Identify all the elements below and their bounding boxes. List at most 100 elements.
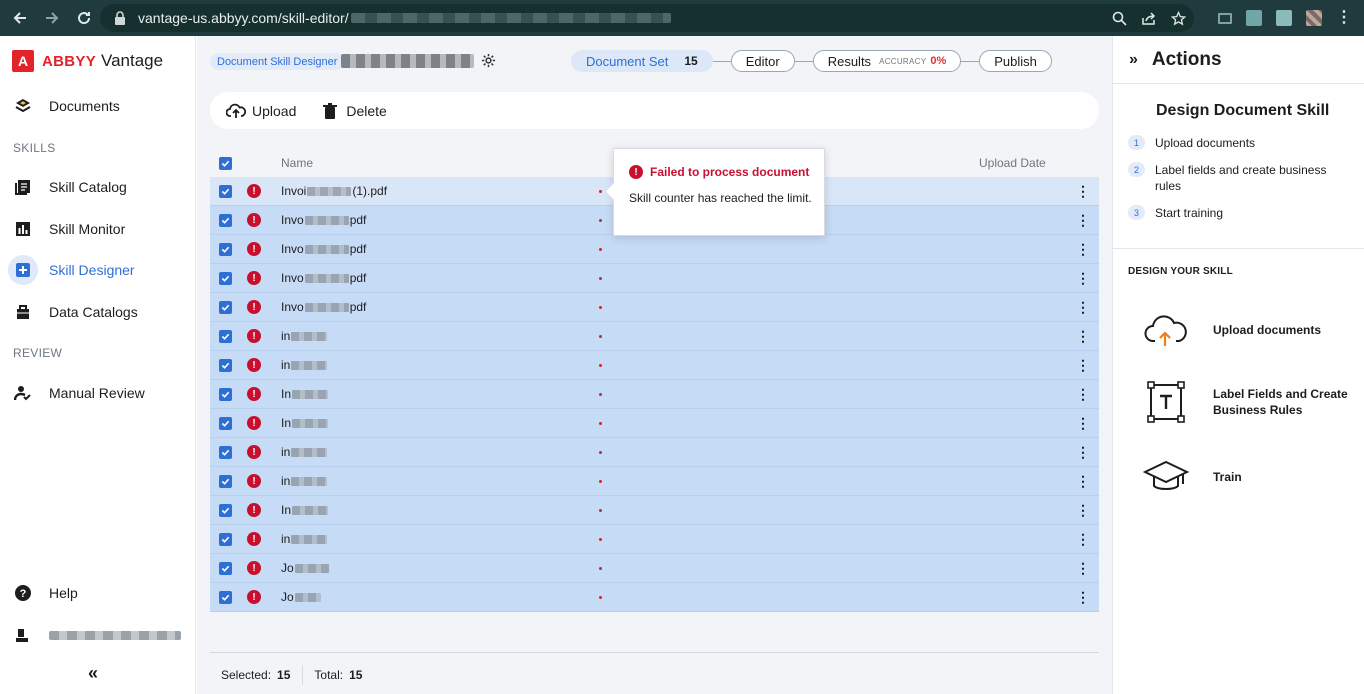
table-row[interactable]: ! in ⋮ [210,438,1099,467]
row-checkbox[interactable] [219,214,232,227]
error-icon[interactable]: ! [247,503,261,517]
reload-icon[interactable] [68,0,100,36]
file-name[interactable]: In [281,503,329,517]
table-row[interactable]: ! in ⋮ [210,467,1099,496]
more-options-icon[interactable]: ⋮ [1076,386,1090,402]
table-row[interactable]: ! Invo pdf ⋮ [210,235,1099,264]
brand-logo[interactable]: A ABBYY Vantage [12,50,163,72]
file-name[interactable]: in [281,358,328,372]
error-icon[interactable]: ! [247,416,261,430]
sidebar-item-documents[interactable]: Documents [12,95,120,117]
table-row[interactable]: ! Jo ⋮ [210,583,1099,612]
step-results[interactable]: Results ACCURACY 0% [812,50,962,72]
more-options-icon[interactable]: ⋮ [1076,357,1090,373]
more-options-icon[interactable]: ⋮ [1076,299,1090,315]
more-options-icon[interactable]: ⋮ [1076,444,1090,460]
table-row[interactable]: ! in ⋮ [210,525,1099,554]
row-checkbox[interactable] [219,446,232,459]
error-icon[interactable]: ! [247,590,261,604]
more-options-icon[interactable]: ⋮ [1076,212,1090,228]
step-document-set[interactable]: Document Set 15 [571,50,713,72]
table-row[interactable]: ! Invo pdf ⋮ [210,264,1099,293]
train-card[interactable]: Train [1141,455,1353,499]
file-name[interactable]: in [281,329,328,343]
file-name[interactable]: in [281,532,328,546]
file-name[interactable]: in [281,474,328,488]
collapse-sidebar-button[interactable]: « [88,663,98,684]
column-header-name[interactable]: Name [281,156,313,170]
menu-kebab-icon[interactable]: ⋮ [1336,10,1352,26]
error-icon[interactable]: ! [247,184,261,198]
profile-avatar-icon[interactable] [1306,10,1322,26]
sidebar-item-data-catalogs[interactable]: Data Catalogs [12,301,138,323]
address-bar[interactable]: vantage-us.abbyy.com/skill-editor/ [100,4,1194,32]
error-icon[interactable]: ! [247,242,261,256]
error-icon[interactable]: ! [247,271,261,285]
file-name[interactable]: Jo [281,590,322,604]
table-row[interactable]: ! in ⋮ [210,351,1099,380]
star-icon[interactable] [1171,10,1186,26]
file-name[interactable]: Invo pdf [281,300,366,314]
error-icon[interactable]: ! [247,300,261,314]
error-icon[interactable]: ! [247,387,261,401]
row-checkbox[interactable] [219,388,232,401]
error-icon[interactable]: ! [247,358,261,372]
label-fields-card[interactable]: Label Fields and Create Business Rules [1141,380,1353,424]
file-name[interactable]: In [281,416,329,430]
gear-icon[interactable] [481,53,496,72]
back-icon[interactable] [4,0,36,36]
more-options-icon[interactable]: ⋮ [1076,270,1090,286]
extension-icon[interactable] [1276,10,1292,26]
error-icon[interactable]: ! [247,329,261,343]
file-name[interactable]: Invoi (1).pdf [281,184,387,198]
error-icon[interactable]: ! [247,445,261,459]
row-checkbox[interactable] [219,243,232,256]
sidebar-item-skill-catalog[interactable]: Skill Catalog [12,176,127,198]
select-all-checkbox[interactable] [219,156,232,170]
more-options-icon[interactable]: ⋮ [1076,560,1090,576]
table-row[interactable]: ! in ⋮ [210,322,1099,351]
extension-icon[interactable] [1218,12,1232,24]
row-checkbox[interactable] [219,475,232,488]
more-options-icon[interactable]: ⋮ [1076,531,1090,547]
share-icon[interactable] [1141,11,1157,26]
extension-icon[interactable] [1246,10,1262,26]
file-name[interactable]: Invo pdf [281,242,366,256]
more-options-icon[interactable]: ⋮ [1076,241,1090,257]
more-options-icon[interactable]: ⋮ [1076,502,1090,518]
upload-documents-card[interactable]: Upload documents [1141,308,1353,352]
row-checkbox[interactable] [219,185,232,198]
more-options-icon[interactable]: ⋮ [1076,183,1090,199]
row-checkbox[interactable] [219,301,232,314]
upload-button[interactable]: Upload [226,101,296,121]
file-name[interactable]: In [281,387,329,401]
row-checkbox[interactable] [219,504,232,517]
table-row[interactable]: ! In ⋮ [210,380,1099,409]
more-options-icon[interactable]: ⋮ [1076,415,1090,431]
column-header-upload-date[interactable]: Upload Date [979,156,1046,170]
sidebar-item-skill-monitor[interactable]: Skill Monitor [12,218,125,240]
table-row[interactable]: ! Invo pdf ⋮ [210,293,1099,322]
row-checkbox[interactable] [219,272,232,285]
row-checkbox[interactable] [219,330,232,343]
more-options-icon[interactable]: ⋮ [1076,473,1090,489]
file-name[interactable]: in [281,445,328,459]
file-name[interactable]: Invo pdf [281,213,366,227]
table-row[interactable]: ! Jo ⋮ [210,554,1099,583]
sidebar-item-skill-designer[interactable]: Skill Designer [8,255,135,285]
zoom-icon[interactable] [1112,11,1127,26]
more-options-icon[interactable]: ⋮ [1076,328,1090,344]
table-row[interactable]: ! In ⋮ [210,496,1099,525]
row-checkbox[interactable] [219,533,232,546]
step-editor[interactable]: Editor [730,50,795,72]
step-publish[interactable]: Publish [979,50,1052,72]
sidebar-item-manual-review[interactable]: Manual Review [12,382,145,404]
error-icon[interactable]: ! [247,474,261,488]
row-checkbox[interactable] [219,591,232,604]
forward-icon[interactable] [36,0,68,36]
table-row[interactable]: ! In ⋮ [210,409,1099,438]
row-checkbox[interactable] [219,562,232,575]
more-options-icon[interactable]: ⋮ [1076,589,1090,605]
error-icon[interactable]: ! [247,213,261,227]
error-icon[interactable]: ! [247,561,261,575]
